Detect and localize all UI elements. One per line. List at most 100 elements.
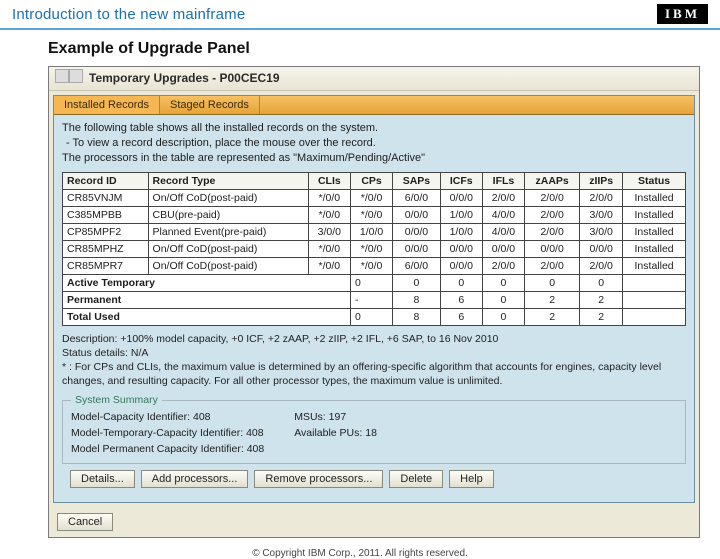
summary-cell: 0 bbox=[482, 308, 524, 325]
cancel-row: Cancel bbox=[49, 507, 699, 537]
table-cell: 2/0/0 bbox=[525, 189, 580, 206]
table-cell: 3/0/0 bbox=[580, 223, 623, 240]
table-cell: */0/0 bbox=[308, 189, 350, 206]
summary-label: Total Used bbox=[63, 308, 351, 325]
table-cell: CR85VNJM bbox=[63, 189, 149, 206]
tab-installed-records[interactable]: Installed Records bbox=[54, 96, 160, 114]
table-header-row: Record ID Record Type CLIs CPs SAPs ICFs… bbox=[63, 172, 686, 189]
table-cell: 1/0/0 bbox=[440, 223, 482, 240]
system-summary-fieldset: System Summary Model-Capacity Identifier… bbox=[62, 394, 686, 464]
summary-label: Active Temporary bbox=[63, 274, 351, 291]
table-cell: 4/0/0 bbox=[482, 223, 524, 240]
table-cell: */0/0 bbox=[308, 257, 350, 274]
titlebar-icons bbox=[55, 69, 83, 86]
sys-value: 197 bbox=[329, 411, 347, 423]
table-cell: 6/0/0 bbox=[393, 257, 441, 274]
table-cell: 0/0/0 bbox=[525, 240, 580, 257]
sys-label: MSUs: bbox=[294, 411, 326, 423]
summary-cell: 2 bbox=[525, 308, 580, 325]
delete-button[interactable]: Delete bbox=[389, 470, 443, 488]
col-header: zIIPs bbox=[580, 172, 623, 189]
cancel-button[interactable]: Cancel bbox=[57, 513, 113, 531]
top-bar: Introduction to the new mainframe IBM bbox=[0, 0, 720, 30]
table-cell: 0/0/0 bbox=[482, 240, 524, 257]
system-summary-left: Model-Capacity Identifier: 408 Model-Tem… bbox=[71, 410, 264, 457]
table-cell: CR85MPHZ bbox=[63, 240, 149, 257]
table-cell: 6/0/0 bbox=[393, 189, 441, 206]
table-cell: */0/0 bbox=[350, 189, 392, 206]
help-button[interactable]: Help bbox=[449, 470, 494, 488]
col-header: Status bbox=[623, 172, 686, 189]
summary-cell: 2 bbox=[525, 291, 580, 308]
table-row[interactable]: CR85MPHZOn/Off CoD(post-paid)*/0/0*/0/00… bbox=[63, 240, 686, 257]
system-summary-right: MSUs: 197 Available PUs: 18 bbox=[294, 410, 377, 457]
remove-processors-button[interactable]: Remove processors... bbox=[254, 470, 383, 488]
table-cell: 2/0/0 bbox=[525, 257, 580, 274]
summary-cell: 8 bbox=[393, 308, 441, 325]
summary-cell: 6 bbox=[440, 308, 482, 325]
table-cell: 3/0/0 bbox=[580, 206, 623, 223]
table-row[interactable]: CR85MPR7On/Off CoD(post-paid)*/0/0*/0/06… bbox=[63, 257, 686, 274]
intro-text: The following table shows all the instal… bbox=[62, 121, 686, 166]
summary-cell: 0 bbox=[393, 274, 441, 291]
summary-cell: 6 bbox=[440, 291, 482, 308]
table-cell: 0/0/0 bbox=[393, 223, 441, 240]
sys-label: Available PUs: bbox=[294, 427, 362, 439]
table-cell: CP85MPF2 bbox=[63, 223, 149, 240]
tab-staged-records[interactable]: Staged Records bbox=[160, 96, 260, 114]
summary-cell bbox=[623, 291, 686, 308]
col-header: Record ID bbox=[63, 172, 149, 189]
table-cell: 2/0/0 bbox=[580, 257, 623, 274]
summary-cell: 0 bbox=[580, 274, 623, 291]
table-cell: */0/0 bbox=[350, 240, 392, 257]
add-processors-button[interactable]: Add processors... bbox=[141, 470, 249, 488]
sys-label: Model-Capacity Identifier: bbox=[71, 411, 190, 423]
sys-value: 408 bbox=[247, 443, 265, 455]
action-button-row: Details... Add processors... Remove proc… bbox=[62, 464, 686, 494]
desc-line: Description: +100% model capacity, +0 IC… bbox=[62, 332, 686, 346]
summary-cell: 0 bbox=[350, 308, 392, 325]
table-cell: */0/0 bbox=[350, 206, 392, 223]
summary-cell: 8 bbox=[393, 291, 441, 308]
summary-cell: 0 bbox=[350, 274, 392, 291]
sys-label: Model-Temporary-Capacity Identifier: bbox=[71, 427, 243, 439]
window-titlebar: Temporary Upgrades - P00CEC19 bbox=[49, 67, 699, 91]
summary-cell bbox=[623, 308, 686, 325]
summary-cell bbox=[623, 274, 686, 291]
table-cell: Installed bbox=[623, 240, 686, 257]
summary-cell: - bbox=[350, 291, 392, 308]
table-cell: On/Off CoD(post-paid) bbox=[148, 240, 308, 257]
table-cell: 4/0/0 bbox=[482, 206, 524, 223]
table-cell: 1/0/0 bbox=[350, 223, 392, 240]
summary-cell: 0 bbox=[440, 274, 482, 291]
table-cell: 0/0/0 bbox=[440, 257, 482, 274]
col-header: ICFs bbox=[440, 172, 482, 189]
table-cell: Installed bbox=[623, 257, 686, 274]
table-cell: 3/0/0 bbox=[308, 223, 350, 240]
details-button[interactable]: Details... bbox=[70, 470, 135, 488]
table-row[interactable]: C385MPBBCBU(pre-paid)*/0/0*/0/00/0/01/0/… bbox=[63, 206, 686, 223]
table-cell: 0/0/0 bbox=[580, 240, 623, 257]
sys-label: Model Permanent Capacity Identifier: bbox=[71, 443, 244, 455]
summary-row: Permanent-86022 bbox=[63, 291, 686, 308]
summary-row: Active Temporary000000 bbox=[63, 274, 686, 291]
col-header: SAPs bbox=[393, 172, 441, 189]
records-table: Record ID Record Type CLIs CPs SAPs ICFs… bbox=[62, 172, 686, 326]
intro-line: The processors in the table are represen… bbox=[62, 151, 686, 166]
sys-value: 18 bbox=[365, 427, 377, 439]
table-row[interactable]: CP85MPF2Planned Event(pre-paid)3/0/01/0/… bbox=[63, 223, 686, 240]
table-cell: */0/0 bbox=[308, 206, 350, 223]
copyright-text: © Copyright IBM Corp., 2011. All rights … bbox=[0, 538, 720, 559]
window-panel: Temporary Upgrades - P00CEC19 Installed … bbox=[48, 66, 700, 538]
table-cell: 0/0/0 bbox=[440, 189, 482, 206]
table-cell: Planned Event(pre-paid) bbox=[148, 223, 308, 240]
records-panel: Installed Records Staged Records The fol… bbox=[53, 95, 695, 503]
table-row[interactable]: CR85VNJMOn/Off CoD(post-paid)*/0/0*/0/06… bbox=[63, 189, 686, 206]
table-cell: 1/0/0 bbox=[440, 206, 482, 223]
table-cell: 0/0/0 bbox=[440, 240, 482, 257]
desc-line: Status details: N/A bbox=[62, 346, 686, 360]
summary-label: Permanent bbox=[63, 291, 351, 308]
table-cell: 0/0/0 bbox=[393, 206, 441, 223]
intro-line: The following table shows all the instal… bbox=[62, 121, 686, 136]
win-icon bbox=[55, 69, 69, 83]
